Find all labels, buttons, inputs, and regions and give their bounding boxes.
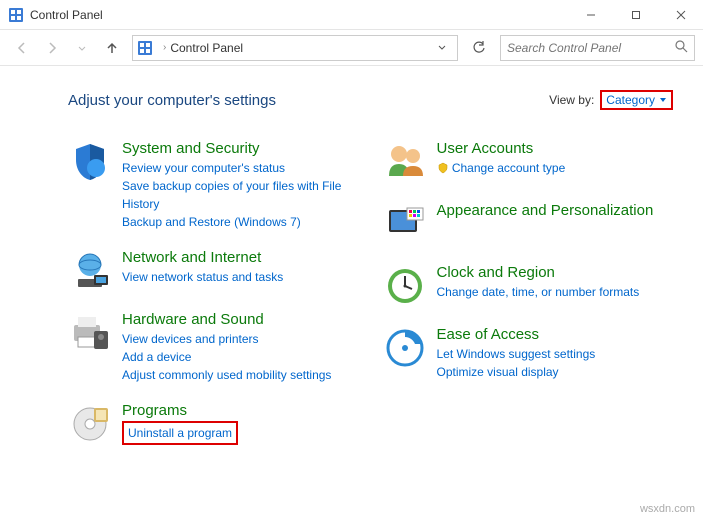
recent-dropdown[interactable] — [68, 34, 96, 62]
footer-watermark: wsxdn.com — [640, 503, 695, 515]
category-link[interactable]: Add a device — [122, 348, 359, 366]
view-by-dropdown[interactable]: Category — [600, 90, 673, 110]
category-link[interactable]: Let Windows suggest settings — [437, 345, 674, 363]
view-by-label: View by: — [549, 93, 594, 107]
category-title[interactable]: Programs — [122, 402, 359, 419]
category-network: Network and Internet View network status… — [68, 249, 359, 293]
category-user-accounts: User Accounts Change account type — [383, 140, 674, 184]
category-title[interactable]: Network and Internet — [122, 249, 359, 266]
breadcrumb-item[interactable]: Control Panel — [170, 41, 243, 55]
navbar: › Control Panel — [0, 30, 703, 66]
category-system-security: System and Security Review your computer… — [68, 140, 359, 231]
refresh-button[interactable] — [466, 35, 492, 61]
shield-icon — [68, 140, 112, 184]
breadcrumb-dropdown[interactable] — [431, 41, 453, 55]
category-column-right: User Accounts Change account type Appear… — [383, 140, 674, 464]
content-area: Adjust your computer's settings View by:… — [0, 66, 703, 484]
search-box[interactable] — [500, 35, 695, 61]
category-title[interactable]: User Accounts — [437, 140, 674, 157]
page-title: Adjust your computer's settings — [68, 92, 276, 109]
minimize-button[interactable] — [568, 0, 613, 29]
category-ease-of-access: Ease of Access Let Windows suggest setti… — [383, 326, 674, 381]
uninstall-program-link[interactable]: Uninstall a program — [128, 424, 232, 442]
users-icon — [383, 140, 427, 184]
search-input[interactable] — [507, 41, 675, 55]
ease-of-access-icon — [383, 326, 427, 370]
category-link[interactable]: Save backup copies of your files with Fi… — [122, 177, 359, 213]
category-title[interactable]: Appearance and Personalization — [437, 202, 674, 219]
up-button[interactable] — [98, 34, 126, 62]
category-title[interactable]: System and Security — [122, 140, 359, 157]
category-clock-region: Clock and Region Change date, time, or n… — [383, 264, 674, 308]
search-icon[interactable] — [675, 40, 688, 56]
close-button[interactable] — [658, 0, 703, 29]
view-by-value: Category — [606, 93, 655, 107]
back-button[interactable] — [8, 34, 36, 62]
category-link[interactable]: Backup and Restore (Windows 7) — [122, 213, 359, 231]
chevron-right-icon: › — [163, 42, 166, 53]
window-title: Control Panel — [30, 8, 568, 22]
category-title[interactable]: Hardware and Sound — [122, 311, 359, 328]
breadcrumb-bar[interactable]: › Control Panel — [132, 35, 458, 61]
printer-icon — [68, 311, 112, 355]
category-link[interactable]: Optimize visual display — [437, 363, 674, 381]
appearance-icon — [383, 202, 427, 246]
maximize-button[interactable] — [613, 0, 658, 29]
category-appearance: Appearance and Personalization — [383, 202, 674, 246]
category-hardware: Hardware and Sound View devices and prin… — [68, 311, 359, 384]
category-column-left: System and Security Review your computer… — [68, 140, 359, 464]
category-link[interactable]: Review your computer's status — [122, 159, 359, 177]
forward-button[interactable] — [38, 34, 66, 62]
category-link[interactable]: Adjust commonly used mobility settings — [122, 366, 359, 384]
category-link[interactable]: View network status and tasks — [122, 268, 359, 286]
category-link[interactable]: Change account type — [437, 159, 674, 177]
control-panel-icon — [8, 7, 24, 23]
titlebar: Control Panel — [0, 0, 703, 30]
clock-icon — [383, 264, 427, 308]
view-by-control: View by: Category — [549, 90, 673, 110]
category-programs: Programs Uninstall a program — [68, 402, 359, 446]
network-icon — [68, 249, 112, 293]
programs-icon — [68, 402, 112, 446]
category-title[interactable]: Ease of Access — [437, 326, 674, 343]
category-link[interactable]: View devices and printers — [122, 330, 359, 348]
control-panel-icon — [137, 40, 153, 56]
category-title[interactable]: Clock and Region — [437, 264, 674, 281]
category-link[interactable]: Change date, time, or number formats — [437, 283, 674, 301]
